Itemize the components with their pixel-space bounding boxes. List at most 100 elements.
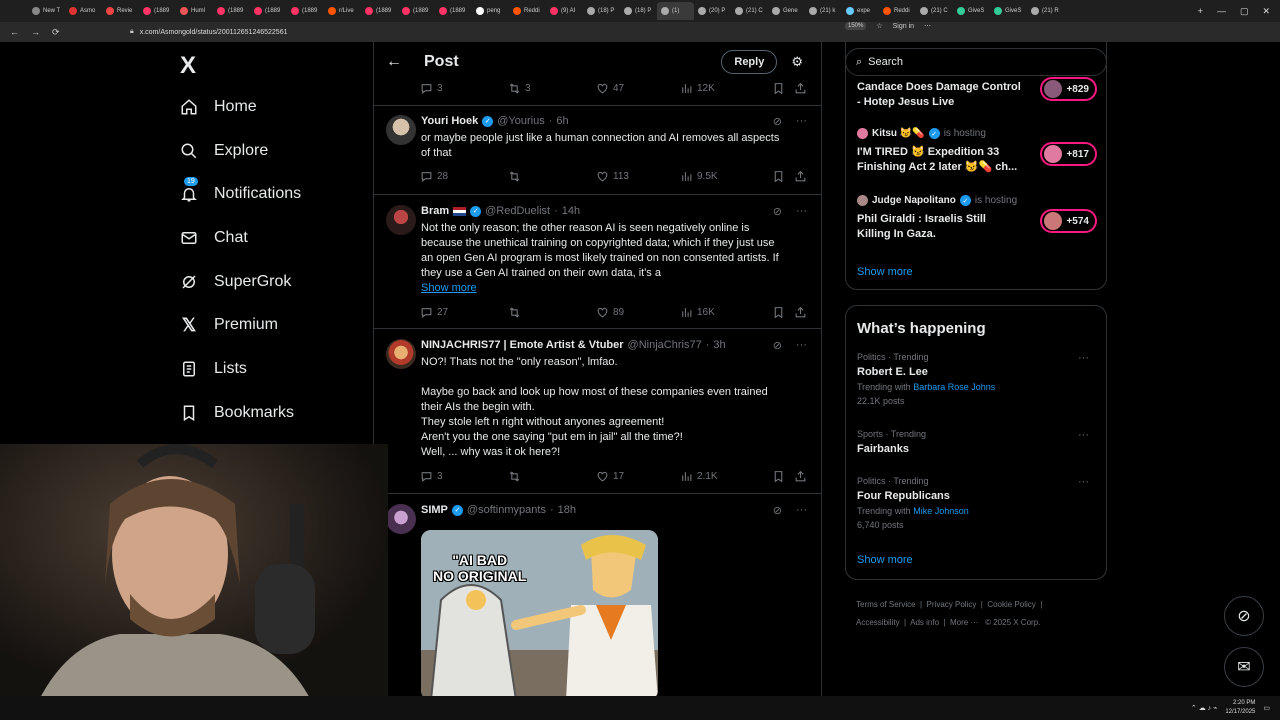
browser-tab[interactable]: Reddi [509,2,546,20]
views-action[interactable]: 9.5K [680,170,772,183]
like-action[interactable]: 17 [596,470,680,483]
author-name[interactable]: SIMP [421,504,448,516]
repost-action[interactable] [508,170,596,183]
share-action[interactable] [794,82,807,95]
back-nav-icon[interactable]: ← [10,27,19,38]
live-item[interactable]: Kitsu 😼💊 ✓ is hosting I'M TIRED 😼 Expediti… [857,128,1097,175]
browser-tab[interactable]: expe [842,2,879,20]
reply-action[interactable]: 3 [420,470,508,483]
forward-nav-icon[interactable]: → [31,27,40,38]
live-item[interactable]: Candace Does Damage Control - Hotep Jesu… [857,77,1097,110]
browser-tab[interactable]: (21) R [1027,2,1064,20]
zoom-indicator[interactable]: 150% [845,22,867,30]
taskbar-clock[interactable]: 2:20 PM 12/17/2025 [1225,699,1255,717]
avatar[interactable] [386,504,416,534]
browser-tab[interactable]: (1889 [213,2,250,20]
trend-related-link[interactable]: Mike Johnson [913,506,969,516]
browser-tab[interactable]: (1889 [139,2,176,20]
views-action[interactable]: 12K [680,82,772,95]
tray-icons[interactable]: ⌃ ☁ ♪ ⌁ [1191,704,1217,712]
nav-item-notifications[interactable]: 19 Notifications [178,177,301,205]
new-tab-button[interactable]: + [1198,6,1203,17]
trend-item[interactable]: Sports · Trending Fairbanks ··· [857,429,1097,455]
browser-tab[interactable]: (9) AI [546,2,583,20]
maximize-button[interactable]: ▢ [1240,6,1249,17]
repost-action[interactable] [508,470,596,483]
messages-fab-button[interactable]: ✉ [1224,647,1264,687]
repost-action[interactable] [508,306,596,319]
trend-item[interactable]: Politics · Trending Robert E. Lee Trendi… [857,352,1097,406]
reply-button[interactable]: Reply [721,50,778,74]
show-more-link[interactable]: Show more [857,266,913,278]
privacy-link[interactable]: Privacy Policy [927,600,977,609]
notification-center-icon[interactable]: ▭ [1263,704,1270,712]
show-more-link[interactable]: Show more [857,554,913,566]
browser-tab[interactable]: GiveS [990,2,1027,20]
repost-action[interactable]: 3 [508,82,596,95]
browser-tab[interactable]: Revie [102,2,139,20]
tweet[interactable]: Bram ✓ @RedDuelist · 14h ⊘ ··· Not the on… [374,195,821,328]
share-action[interactable] [794,306,807,319]
tweet-time[interactable]: 14h [562,205,580,217]
browser-tab[interactable]: (20) P [694,2,731,20]
browser-tab[interactable]: (1889 [398,2,435,20]
tweet-time[interactable]: 3h [713,339,725,351]
nav-item-supergrok[interactable]: SuperGrok [178,271,291,293]
url-field[interactable]: x.com/Asmongold/status/2001126512465225​… [140,29,288,36]
share-action[interactable] [794,170,807,183]
meme-image[interactable]: "AI BAD NO ORIGINAL [421,530,658,696]
more-options-icon[interactable]: ··· [1078,352,1089,364]
views-action[interactable]: 16K [680,306,772,319]
like-action[interactable]: 89 [596,306,680,319]
browser-tab[interactable]: (21) C [916,2,953,20]
author-handle[interactable]: @softinmypants [467,504,546,516]
browser-tab[interactable]: Huml [176,2,213,20]
browser-tab[interactable]: Asmo [65,2,102,20]
profile-button[interactable]: Sign in [893,23,914,30]
browser-tab[interactable]: (1889 [250,2,287,20]
nav-item-home[interactable]: Home [178,96,257,118]
browser-tab[interactable]: (18) P [620,2,657,20]
bookmark-action[interactable] [772,82,794,95]
tweet[interactable]: Youri Hoek ✓ @Yourius · 6h ⊘ ··· or maybe… [374,106,821,194]
more-options-icon[interactable]: ··· [1078,429,1089,441]
bookmark-action[interactable] [772,170,794,183]
grok-icon[interactable]: ⊘ [773,339,782,352]
avatar[interactable] [386,339,416,369]
browser-tab[interactable]: (1889 [435,2,472,20]
ads-info-link[interactable]: Ads info [910,618,939,627]
browser-tab[interactable]: peng [472,2,509,20]
tweet-time[interactable]: 18h [558,504,576,516]
browser-tab[interactable]: (1889 [361,2,398,20]
author-handle[interactable]: @Yourius [497,115,544,127]
author-handle[interactable]: @RedDuelist [485,205,550,217]
tweet-time[interactable]: 6h [556,115,568,127]
bookmark-action[interactable] [772,306,794,319]
live-count-pill[interactable]: +829 [1040,77,1097,101]
grok-fab-button[interactable]: ⊘ [1224,596,1264,636]
x-logo[interactable]: X [180,52,196,80]
browser-tab[interactable]: (1) [657,2,694,20]
bookmark-action[interactable] [772,470,794,483]
terms-link[interactable]: Terms of Service [856,600,916,609]
nav-item-premium[interactable]: 𝕏 Premium [178,314,278,336]
star-icon[interactable]: ☆ [876,22,882,30]
like-action[interactable]: 113 [596,170,680,183]
more-options-icon[interactable]: ··· [796,115,807,128]
trend-item[interactable]: Politics · Trending Four Republicans Tre… [857,476,1097,530]
avatar[interactable] [386,205,416,235]
live-count-pill[interactable]: +574 [1040,209,1097,233]
live-count-pill[interactable]: +817 [1040,142,1097,166]
tweet[interactable]: SIMP ✓ @softinmypants · 18h ⊘ ··· "AI BA… [374,494,821,696]
menu-dots-icon[interactable]: ⋯ [924,22,931,30]
minimize-button[interactable]: — [1217,6,1226,17]
more-options-icon[interactable]: ··· [796,339,807,352]
author-name[interactable]: NINJACHRIS77 | Emote Artist & Vtuber [421,339,624,351]
author-name[interactable]: Bram [421,205,449,217]
trend-related-link[interactable]: Barbara Rose Johns [913,382,995,392]
nav-item-lists[interactable]: Lists [178,358,247,380]
share-action[interactable] [794,470,807,483]
more-options-icon[interactable]: ··· [1078,476,1089,488]
browser-tab[interactable]: (1889 [287,2,324,20]
browser-tab[interactable]: Gene [768,2,805,20]
